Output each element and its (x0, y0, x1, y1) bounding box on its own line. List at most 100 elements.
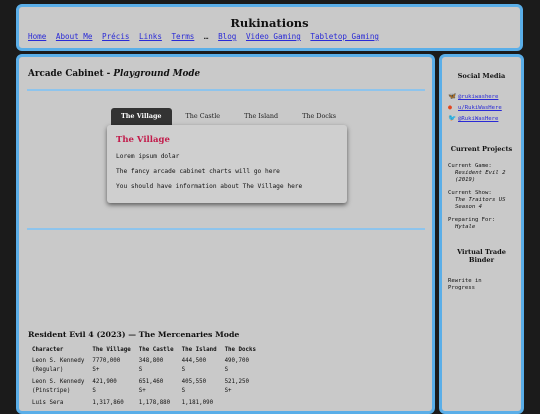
binder-status: Rewrite in Progress (448, 278, 482, 291)
nav-terms[interactable]: Terms (171, 32, 194, 41)
nav-links[interactable]: Links (139, 32, 162, 41)
table-header-row: Character The Village The Castle The Isl… (28, 347, 260, 357)
character-variant: (Pinstripe) (32, 388, 71, 394)
character-name: Luis Sera (32, 400, 64, 406)
character-name: Leon S. Kennedy (32, 358, 85, 364)
score-value: 521,250 (224, 379, 249, 385)
social-link-twitter[interactable]: 🐦 @RukiWasHere (448, 114, 498, 122)
main-nav: Home About Me Précis Links Terms … Blog … (28, 32, 384, 41)
social-link-bluesky[interactable]: 🦋 @rukiwashere (448, 92, 498, 100)
score-rank: S (92, 388, 96, 394)
nav-tabletop-gaming[interactable]: Tabletop Gaming (310, 32, 379, 41)
score-rank: S (138, 367, 143, 373)
score-cell: 490,700 S (221, 357, 260, 378)
score-cell: 1,181,090 (178, 399, 221, 411)
social-link-reddit[interactable]: ● u/RukiWasHere (448, 103, 502, 111)
column-header: The Docks (224, 347, 256, 353)
project-item: Current Game: Resident Evil 2 (2019) (448, 163, 521, 184)
score-rank: S+ (138, 388, 146, 394)
column-header: The Island (181, 347, 217, 353)
binder-heading: Virtual Trade Binder (457, 248, 506, 264)
divider-bottom (27, 228, 425, 230)
score-cell: 1,178,880 (135, 399, 178, 411)
tab-panel: The Village Lorem ipsum dolar The fancy … (107, 125, 347, 203)
score-value: 405,550 (181, 379, 207, 385)
column-header: Character (32, 347, 64, 353)
column-header: The Village (92, 347, 131, 353)
score-rank: S+ (92, 367, 100, 373)
project-value: Hytale (455, 224, 476, 230)
divider-top (27, 89, 425, 91)
score-cell: 1,317,860 (88, 399, 134, 411)
project-item: Preparing For: Hytale (448, 217, 495, 231)
character-cell: Luis Sera (28, 399, 88, 411)
nav-home[interactable]: Home (28, 32, 46, 41)
nav-blog[interactable]: Blog (218, 32, 236, 41)
project-label: Current Show: (448, 190, 492, 196)
score-value: 1,317,860 (92, 400, 124, 406)
score-value: 348,800 (138, 358, 164, 364)
reddit-icon: ● (448, 103, 452, 111)
page-title: Arcade Cabinet - Playground Mode (28, 69, 200, 79)
sidebar: Social Media 🦋 @rukiwashere ● u/RukiWasHer… (439, 54, 524, 414)
score-cell (221, 399, 260, 411)
project-item: Current Show: The Traitors US Season 4 (448, 190, 521, 211)
character-cell: Leon S. Kennedy (Pinstripe) (28, 378, 88, 399)
social-heading: Social Media (457, 72, 506, 80)
character-name: Leon S. Kennedy (32, 379, 85, 385)
score-cell: 651,460 S+ (135, 378, 178, 399)
tab-the-village[interactable]: The Village (111, 108, 172, 125)
score-value: 490,700 (224, 358, 249, 364)
page-title-main: Arcade Cabinet (28, 69, 104, 79)
site-header: Rukinations Home About Me Précis Links T… (16, 4, 523, 51)
score-rank: S (181, 388, 186, 394)
score-value: 7770,000 (92, 358, 121, 364)
score-value: 1,178,880 (138, 400, 171, 406)
score-value: 444,500 (181, 358, 207, 364)
tab-panel-line: The fancy arcade cabinet charts will go … (116, 168, 280, 175)
tab-panel-title: The Village (116, 135, 170, 145)
score-rank: S (181, 367, 186, 373)
nav-precis[interactable]: Précis (102, 32, 129, 41)
twitter-icon: 🐦 (448, 114, 457, 122)
bluesky-icon: 🦋 (448, 92, 457, 100)
score-cell: 405,550 S (178, 378, 221, 399)
score-rank: S (224, 367, 229, 373)
social-link-label: u/RukiWasHere (458, 105, 502, 111)
score-cell: 421,900 S (88, 378, 134, 399)
tab-panel-line: Lorem ipsum dolar (116, 153, 180, 160)
tab-the-castle[interactable]: The Castle (176, 108, 231, 125)
score-value: 651,460 (138, 379, 164, 385)
nav-separator: … (203, 32, 209, 41)
project-label: Current Game: (448, 163, 492, 169)
character-variant: (Regular) (32, 367, 64, 373)
nav-about-me[interactable]: About Me (56, 32, 93, 41)
social-link-label: @rukiwashere (458, 94, 499, 100)
nav-video-gaming[interactable]: Video Gaming (246, 32, 301, 41)
score-rank: S+ (224, 388, 232, 394)
section-title: Resident Evil 4 (2023) — The Mercenaries… (28, 330, 240, 339)
page-title-separator: - (103, 69, 114, 79)
page-subtitle: Playground Mode (113, 69, 201, 79)
project-value: The Traitors US Season 4 (455, 197, 506, 210)
project-value: Resident Evil 2 (2019) (455, 170, 506, 183)
tab-bar: The Village The Castle The Island The Do… (111, 108, 350, 125)
table-row: Luis Sera 1,317,860 1,178,880 1,181,090 (28, 399, 260, 411)
project-label: Preparing For: (448, 217, 496, 223)
tab-the-island[interactable]: The Island (234, 108, 288, 125)
site-title: Rukinations (230, 16, 309, 30)
social-link-label: @RukiWasHere (458, 116, 499, 122)
score-cell: 7770,000 S+ (88, 357, 134, 378)
table-row: Leon S. Kennedy (Regular) 7770,000 S+ 348,… (28, 357, 260, 378)
score-value: 421,900 (92, 379, 117, 385)
tab-the-docks[interactable]: The Docks (292, 108, 346, 125)
character-cell: Leon S. Kennedy (Regular) (28, 357, 88, 378)
score-value: 1,181,090 (181, 400, 214, 406)
scores-table: Character The Village The Castle The Isl… (28, 347, 260, 411)
projects-heading: Current Projects (450, 145, 513, 153)
score-cell: 348,800 S (135, 357, 178, 378)
tab-panel-line: You should have information about The Vi… (116, 183, 303, 190)
column-header: The Castle (138, 347, 174, 353)
score-cell: 444,500 S (178, 357, 221, 378)
main-content: Arcade Cabinet - Playground Mode The Vil… (16, 54, 435, 414)
